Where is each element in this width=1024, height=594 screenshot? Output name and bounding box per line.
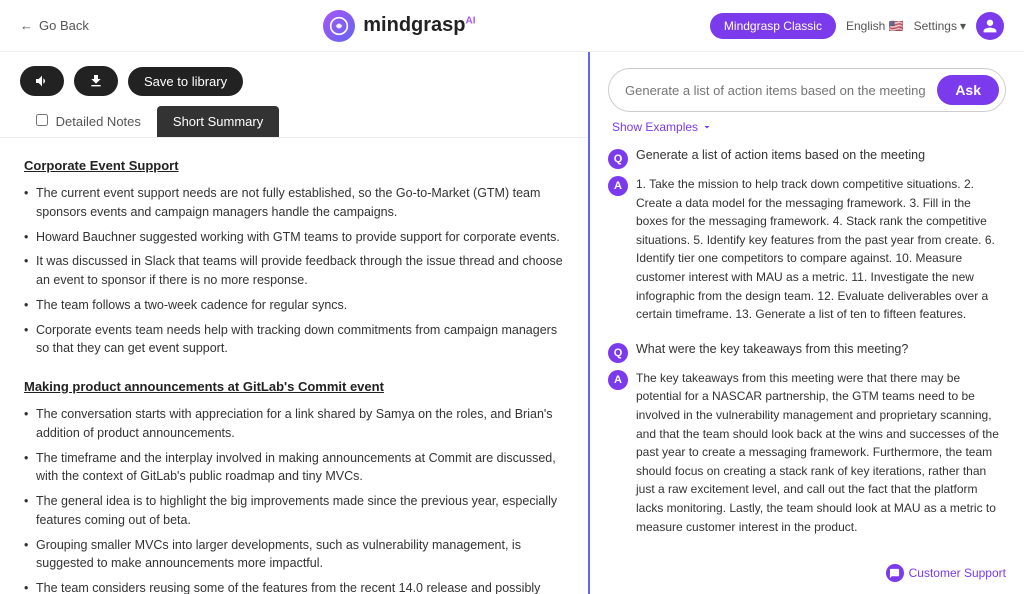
list-item: The conversation starts with appreciatio… bbox=[24, 402, 564, 446]
back-arrow-icon: ← bbox=[20, 18, 33, 33]
answer-text-2: The key takeaways from this meeting were… bbox=[636, 369, 1006, 536]
chevron-down-icon bbox=[701, 121, 713, 133]
list-item: Grouping smaller MVCs into larger develo… bbox=[24, 533, 564, 577]
question-badge-1: Q bbox=[608, 149, 628, 169]
logo-icon bbox=[323, 10, 355, 42]
tab-detailed-notes[interactable]: Detailed Notes bbox=[20, 106, 157, 137]
speaker-icon bbox=[34, 73, 50, 89]
language-button[interactable]: English 🇺🇸 bbox=[846, 19, 904, 33]
show-examples-button[interactable]: Show Examples bbox=[608, 120, 1006, 134]
answer-badge-1: A bbox=[608, 176, 628, 196]
ask-input[interactable] bbox=[625, 83, 929, 98]
customer-support-label: Customer Support bbox=[909, 566, 1006, 580]
save-library-button[interactable]: Save to library bbox=[128, 67, 243, 96]
section-corporate-events: Corporate Event Support The current even… bbox=[24, 158, 564, 361]
main-layout: Save to library Detailed Notes Short Sum… bbox=[0, 52, 1024, 594]
upload-icon bbox=[88, 73, 104, 89]
section-2-bullets: The conversation starts with appreciatio… bbox=[24, 402, 564, 594]
upload-button[interactable] bbox=[74, 66, 118, 96]
answer-text-1: 1. Take the mission to help track down c… bbox=[636, 175, 1006, 324]
chat-icon bbox=[889, 568, 900, 579]
classic-button[interactable]: Mindgrasp Classic bbox=[710, 13, 836, 39]
list-item: The timeframe and the interplay involved… bbox=[24, 446, 564, 490]
header: ← Go Back mindgraspAI Mindgrasp Classic … bbox=[0, 0, 1024, 52]
section-1-title: Corporate Event Support bbox=[24, 158, 564, 173]
list-item: Corporate events team needs help with tr… bbox=[24, 318, 564, 362]
header-right: Mindgrasp Classic English 🇺🇸 Settings ▾ bbox=[710, 12, 1004, 40]
detailed-notes-checkbox[interactable] bbox=[36, 114, 48, 126]
question-badge-2: Q bbox=[608, 343, 628, 363]
chat-item-2: Q What were the key takeaways from this … bbox=[608, 342, 1006, 536]
right-panel: Ask Show Examples Q Generate a list of a… bbox=[590, 52, 1024, 594]
ask-bar: Ask bbox=[608, 68, 1006, 112]
left-panel: Save to library Detailed Notes Short Sum… bbox=[0, 52, 590, 594]
logo: mindgraspAI bbox=[323, 10, 475, 42]
list-item: It was discussed in Slack that teams wil… bbox=[24, 249, 564, 293]
list-item: Howard Bauchner suggested working with G… bbox=[24, 225, 564, 250]
customer-support-icon bbox=[886, 564, 904, 582]
section-product-announcements: Making product announcements at GitLab's… bbox=[24, 379, 564, 594]
list-item: The team follows a two-week cadence for … bbox=[24, 293, 564, 318]
back-button[interactable]: ← Go Back bbox=[20, 18, 89, 33]
answer-badge-2: A bbox=[608, 370, 628, 390]
question-text-1: Generate a list of action items based on… bbox=[636, 148, 925, 162]
back-label: Go Back bbox=[39, 18, 89, 33]
chat-answer-1: A 1. Take the mission to help track down… bbox=[608, 175, 1006, 324]
question-text-2: What were the key takeaways from this me… bbox=[636, 342, 908, 356]
tabs-bar: Detailed Notes Short Summary bbox=[0, 106, 588, 138]
chat-question-2: Q What were the key takeaways from this … bbox=[608, 342, 1006, 363]
list-item: The team considers reusing some of the f… bbox=[24, 576, 564, 594]
chat-answer-2: A The key takeaways from this meeting we… bbox=[608, 369, 1006, 536]
customer-support-button[interactable]: Customer Support bbox=[886, 564, 1006, 582]
content-area: Corporate Event Support The current even… bbox=[0, 138, 588, 594]
section-1-bullets: The current event support needs are not … bbox=[24, 181, 564, 361]
chat-item-1: Q Generate a list of action items based … bbox=[608, 148, 1006, 324]
list-item: The current event support needs are not … bbox=[24, 181, 564, 225]
chat-question-1: Q Generate a list of action items based … bbox=[608, 148, 1006, 169]
section-2-title: Making product announcements at GitLab's… bbox=[24, 379, 564, 394]
avatar[interactable] bbox=[976, 12, 1004, 40]
chat-area: Q Generate a list of action items based … bbox=[608, 148, 1006, 578]
logo-text: mindgraspAI bbox=[363, 14, 475, 37]
speak-button[interactable] bbox=[20, 66, 64, 96]
settings-button[interactable]: Settings ▾ bbox=[914, 19, 966, 33]
ask-button[interactable]: Ask bbox=[937, 75, 999, 105]
tab-short-summary[interactable]: Short Summary bbox=[157, 106, 279, 137]
list-item: The general idea is to highlight the big… bbox=[24, 489, 564, 533]
toolbar: Save to library bbox=[0, 52, 588, 106]
